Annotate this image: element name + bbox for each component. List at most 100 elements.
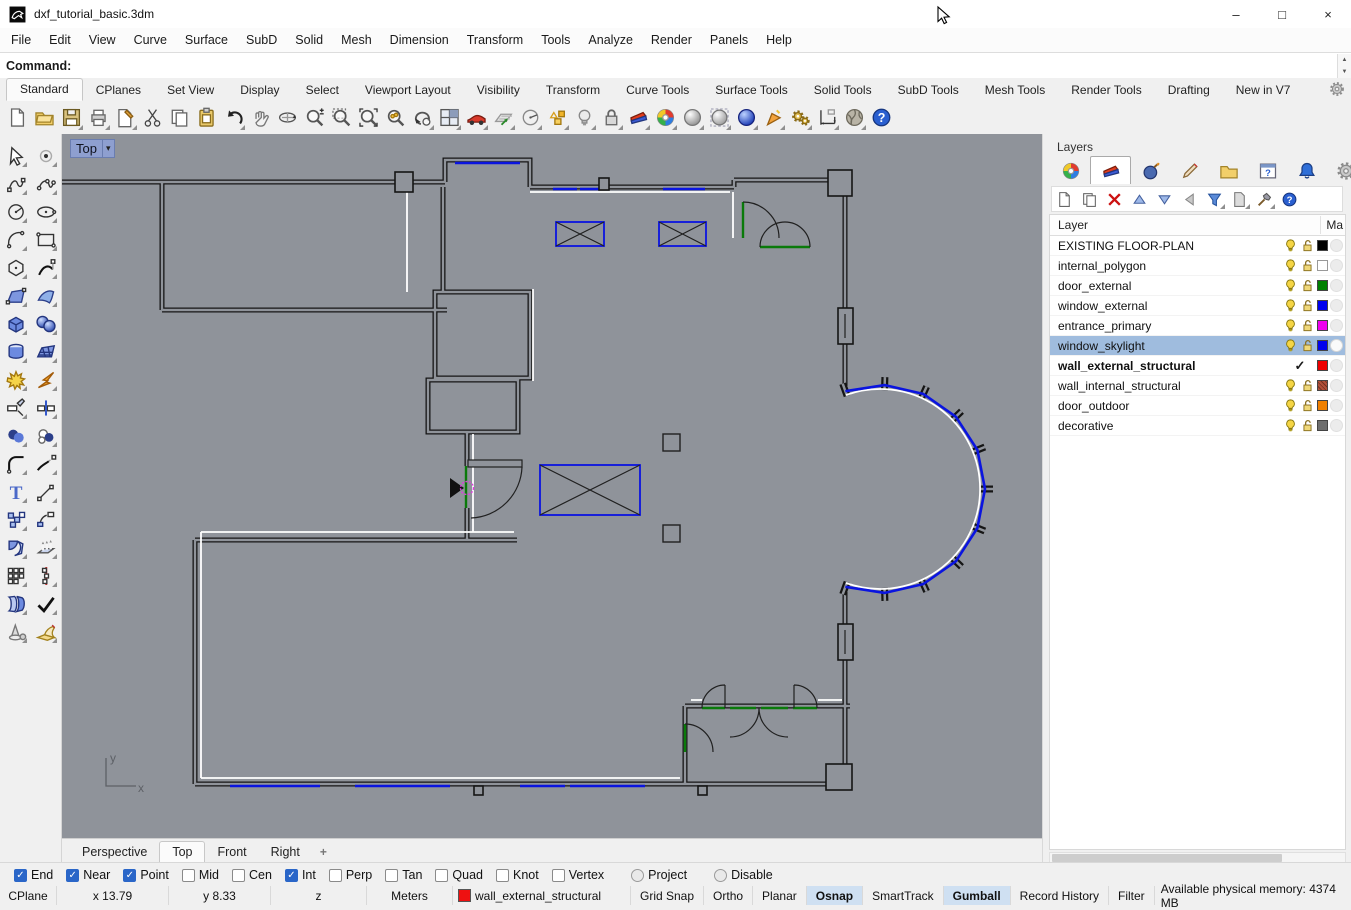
new-sublayer-button[interactable] (1077, 188, 1102, 211)
interpolate-curve-button[interactable] (32, 170, 59, 197)
osnap-project-checkbox[interactable] (631, 869, 644, 882)
save-button[interactable] (58, 104, 85, 132)
move-down-button[interactable] (1152, 188, 1177, 211)
layer-row[interactable]: wall_internal_structural (1050, 376, 1345, 396)
spinner-down-icon[interactable]: ▼ (1338, 66, 1351, 78)
solid-fillet-button[interactable] (2, 534, 29, 561)
array-rect-button[interactable] (2, 562, 29, 589)
text-button[interactable]: T (2, 478, 29, 505)
circle-button[interactable] (2, 198, 29, 225)
layer-on-bulb-icon[interactable] (1283, 378, 1298, 393)
toolbar-tab-visibility[interactable]: Visibility (464, 80, 533, 101)
status-toggle-grid-snap[interactable]: Grid Snap (631, 886, 704, 905)
layer-color-swatch[interactable] (1317, 320, 1328, 331)
status-toggle-smarttrack[interactable]: SmartTrack (863, 886, 944, 905)
panel-tab-annotate[interactable] (1170, 158, 1209, 184)
trim-button[interactable] (2, 394, 29, 421)
layer-unlocked-icon[interactable] (1300, 318, 1315, 333)
distance-button[interactable] (517, 104, 544, 132)
layer-tools-button[interactable] (1252, 188, 1277, 211)
panel-tab-help[interactable]: ? (1248, 158, 1287, 184)
spinner-up-icon[interactable]: ▲ (1338, 54, 1351, 66)
ellipse-button[interactable] (32, 198, 59, 225)
layer-color-swatch[interactable] (1317, 420, 1328, 431)
extrude-button[interactable] (32, 534, 59, 561)
osnap-project[interactable]: Project (631, 868, 687, 882)
layer-on-bulb-icon[interactable] (1283, 338, 1298, 353)
viewport-tab-right[interactable]: Right (259, 842, 312, 862)
toolbar-tab-cplanes[interactable]: CPlanes (83, 80, 154, 101)
toolbar-tab-render-tools[interactable]: Render Tools (1058, 80, 1155, 101)
layer-material-ball[interactable] (1330, 299, 1343, 312)
toolbar-tab-subd-tools[interactable]: SubD Tools (885, 80, 972, 101)
cplane-button[interactable] (490, 104, 517, 132)
osnap-point[interactable]: ✓Point (123, 868, 169, 882)
rectangle-button[interactable] (32, 226, 59, 253)
spheres-button[interactable] (32, 310, 59, 337)
menu-help[interactable]: Help (757, 30, 801, 50)
osnap-end[interactable]: ✓End (14, 868, 53, 882)
zoom-extents-button[interactable] (355, 104, 382, 132)
toolbar-tab-standard[interactable]: Standard (6, 78, 83, 101)
cut-button[interactable] (139, 104, 166, 132)
export-annotate-button[interactable] (112, 104, 139, 132)
notification-pointer-button[interactable] (760, 104, 787, 132)
move-button[interactable] (32, 478, 59, 505)
status-toggle-record-history[interactable]: Record History (1011, 886, 1109, 905)
panel-tab-layers[interactable] (1090, 156, 1131, 184)
help-button[interactable]: ? (868, 104, 895, 132)
delete-layer-button[interactable] (1102, 188, 1127, 211)
layer-material-ball[interactable] (1330, 239, 1343, 252)
toolbar-tab-drafting[interactable]: Drafting (1155, 80, 1223, 101)
pan-button[interactable] (247, 104, 274, 132)
undo-view-button[interactable] (409, 104, 436, 132)
undo-button[interactable] (220, 104, 247, 132)
viewport-title-label[interactable]: Top (70, 139, 103, 158)
menu-subd[interactable]: SubD (237, 30, 286, 50)
layer-row[interactable]: wall_external_structural✓ (1050, 356, 1345, 376)
layer-color-swatch[interactable] (1317, 260, 1328, 271)
layer-unlocked-icon[interactable] (1300, 398, 1315, 413)
selection-filter-button[interactable] (544, 104, 571, 132)
patch-button[interactable] (32, 338, 59, 365)
status-cell-x-13-79[interactable]: x 13.79 (57, 886, 169, 905)
select-arrow-button[interactable] (2, 142, 29, 169)
arc-button[interactable] (2, 226, 29, 253)
toolbar-tab-display[interactable]: Display (227, 80, 292, 101)
toolbar-tab-curve-tools[interactable]: Curve Tools (613, 80, 702, 101)
options-gears-button[interactable] (787, 104, 814, 132)
layer-row[interactable]: door_external (1050, 276, 1345, 296)
viewport-menu-caret-icon[interactable]: ▾ (103, 139, 115, 158)
layer-name[interactable]: door_external (1050, 279, 1283, 293)
fillet-curve-button[interactable] (2, 450, 29, 477)
zoom-dynamic-button[interactable] (301, 104, 328, 132)
osnap-vertex-checkbox[interactable] (552, 869, 565, 882)
layer-color-swatch[interactable] (1317, 340, 1328, 351)
layer-color-swatch[interactable] (1317, 400, 1328, 411)
layer-unlocked-icon[interactable] (1300, 258, 1315, 273)
toolbar-tab-mesh-tools[interactable]: Mesh Tools (972, 80, 1058, 101)
layer-unlocked-icon[interactable] (1300, 278, 1315, 293)
layer-material-ball[interactable] (1330, 419, 1343, 432)
menu-panels[interactable]: Panels (701, 30, 757, 50)
osnap-int-checkbox[interactable]: ✓ (285, 869, 298, 882)
filter-button[interactable] (1202, 188, 1227, 211)
car-button[interactable] (463, 104, 490, 132)
osnap-knot[interactable]: Knot (496, 868, 539, 882)
osnap-disable[interactable]: Disable (714, 868, 773, 882)
layer-on-bulb-icon[interactable] (1283, 298, 1298, 313)
toolbar-tab-solid-tools[interactable]: Solid Tools (801, 80, 885, 101)
menu-solid[interactable]: Solid (286, 30, 332, 50)
layer-color-swatch[interactable] (1317, 280, 1328, 291)
menu-curve[interactable]: Curve (125, 30, 176, 50)
layer-unlocked-icon[interactable] (1300, 298, 1315, 313)
menu-view[interactable]: View (80, 30, 125, 50)
viewport-tab-perspective[interactable]: Perspective (70, 842, 159, 862)
status-toggle-osnap[interactable]: Osnap (807, 886, 863, 905)
layer-name[interactable]: window_external (1050, 299, 1283, 313)
menu-tools[interactable]: Tools (532, 30, 579, 50)
dimension-button[interactable] (814, 104, 841, 132)
menu-dimension[interactable]: Dimension (381, 30, 458, 50)
layer-name[interactable]: internal_polygon (1050, 259, 1283, 273)
boolean-union-button[interactable] (2, 422, 29, 449)
